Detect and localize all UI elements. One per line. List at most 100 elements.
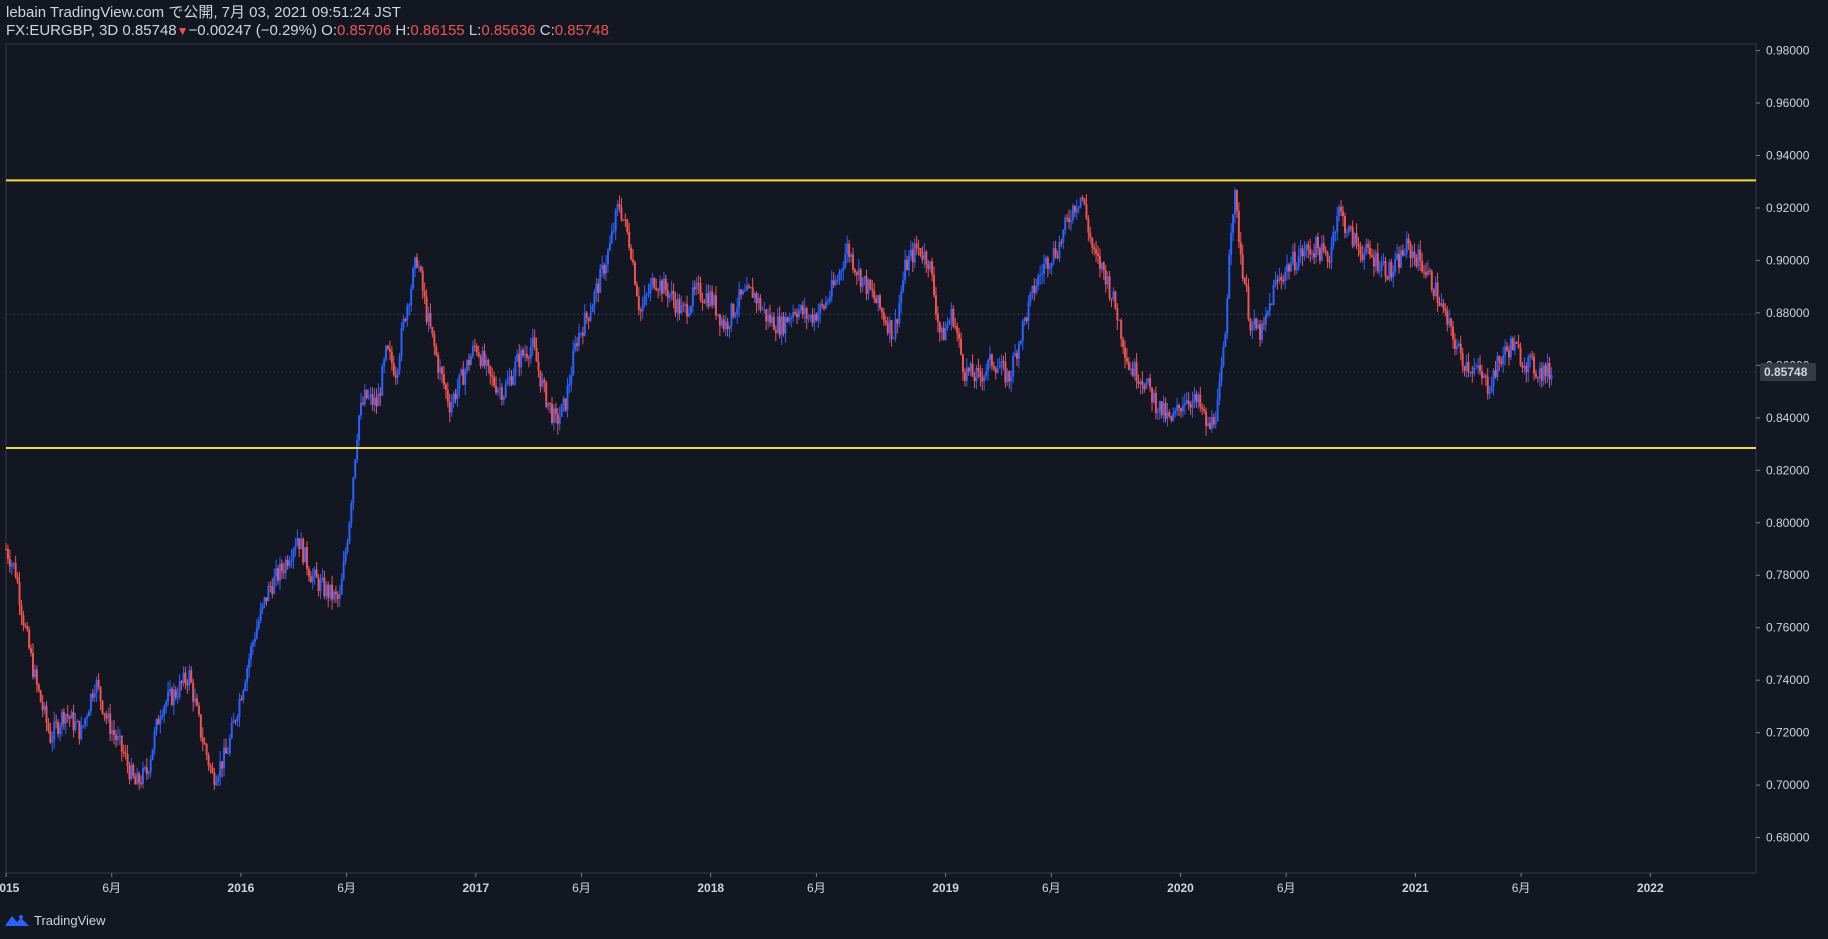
candle-body bbox=[288, 561, 291, 566]
candle-body bbox=[1428, 270, 1431, 272]
candle-body bbox=[1523, 365, 1526, 368]
candle-body bbox=[141, 767, 144, 785]
candle-body bbox=[1295, 267, 1298, 271]
plot-border bbox=[5, 43, 1757, 874]
time-axis[interactable]: 2015 6月 2016 6月 2017 6月 2018 6月 2019 6月 2020 6月 2021… bbox=[0, 873, 1664, 895]
candle-body bbox=[776, 316, 779, 333]
candle-body bbox=[1206, 422, 1209, 426]
candle-body bbox=[1006, 371, 1009, 383]
candle-body bbox=[76, 720, 79, 722]
candle-body bbox=[516, 353, 519, 362]
candle-body bbox=[861, 277, 864, 287]
candle-body bbox=[981, 377, 984, 382]
candle-body bbox=[1112, 291, 1115, 300]
candle-body bbox=[1253, 318, 1256, 325]
candle-body bbox=[763, 309, 766, 311]
candle-body bbox=[761, 309, 764, 311]
candle-body bbox=[199, 714, 202, 738]
candle-body bbox=[1494, 370, 1497, 378]
candle-body bbox=[624, 219, 627, 221]
candle-body bbox=[309, 576, 312, 583]
candle-body bbox=[435, 346, 438, 356]
candle-body bbox=[1143, 385, 1146, 389]
candle-body bbox=[1031, 285, 1034, 293]
candle-body bbox=[35, 669, 38, 685]
candle-body bbox=[280, 563, 283, 572]
reference-line-layer bbox=[6, 313, 1756, 373]
candle-body bbox=[875, 298, 878, 304]
price-axis[interactable]: 0.68000 0.70000 0.72000 0.74000 0.76000 0.780… bbox=[1756, 44, 1810, 845]
price-chart[interactable]: 0.68000 0.70000 0.72000 0.74000 0.76000 0.780… bbox=[0, 0, 1828, 939]
candle-body bbox=[753, 293, 756, 298]
candle-body bbox=[296, 538, 299, 546]
candle-body bbox=[1289, 263, 1292, 272]
candle-body bbox=[1073, 205, 1076, 213]
candle-body bbox=[431, 327, 434, 334]
candle-body bbox=[796, 313, 799, 318]
candle-body bbox=[1089, 232, 1092, 239]
candle-body bbox=[1232, 214, 1235, 233]
candle-body bbox=[1021, 321, 1024, 341]
candle-body bbox=[167, 691, 170, 702]
candle-body bbox=[1035, 285, 1038, 293]
candle-body bbox=[686, 303, 689, 317]
candle-body bbox=[385, 345, 388, 360]
candle-body bbox=[298, 538, 301, 550]
candle-body bbox=[655, 287, 658, 290]
candle-body bbox=[709, 291, 712, 307]
candle-body bbox=[608, 242, 611, 251]
candle-body bbox=[954, 326, 957, 328]
price-tick-label: 0.70000 bbox=[1766, 778, 1810, 792]
candle-body bbox=[601, 265, 604, 269]
footer[interactable]: TradingView bbox=[4, 910, 106, 930]
candle-body bbox=[863, 276, 866, 278]
candle-body bbox=[315, 569, 318, 578]
candle-body bbox=[749, 287, 752, 289]
candle-body bbox=[172, 689, 175, 705]
candle-body bbox=[388, 348, 391, 352]
candle-body bbox=[304, 547, 307, 563]
candle-body bbox=[1205, 411, 1208, 426]
candle-body bbox=[234, 720, 237, 722]
candle-body bbox=[1407, 238, 1410, 244]
candle-body bbox=[784, 317, 787, 334]
candle-body bbox=[271, 586, 274, 594]
candle-body bbox=[1116, 308, 1119, 321]
candle-body bbox=[662, 278, 665, 294]
candle-body bbox=[421, 270, 424, 291]
candle-body bbox=[568, 383, 571, 386]
candle-body bbox=[1401, 250, 1404, 256]
candle-body bbox=[375, 397, 378, 407]
candle-body bbox=[215, 781, 218, 785]
candle-body bbox=[1293, 251, 1296, 271]
candle-body bbox=[732, 303, 735, 317]
candle-body bbox=[439, 367, 442, 373]
candles-layer[interactable] bbox=[5, 187, 1553, 790]
candle-body bbox=[809, 314, 812, 318]
candle-body bbox=[1168, 412, 1171, 416]
candle-body bbox=[587, 317, 590, 321]
candle-body bbox=[1345, 232, 1348, 234]
candle-body bbox=[1004, 362, 1007, 383]
candle-body bbox=[313, 569, 316, 576]
candle-body bbox=[1083, 198, 1086, 205]
candle-body bbox=[933, 274, 936, 296]
candle-body bbox=[769, 314, 772, 323]
candle-body bbox=[504, 384, 507, 397]
candle-body bbox=[356, 439, 359, 460]
horizontal-levels-layer[interactable] bbox=[6, 179, 1756, 450]
candle-body bbox=[1550, 374, 1553, 380]
candle-body bbox=[525, 353, 528, 358]
candle-body bbox=[1131, 368, 1134, 376]
candle-body bbox=[707, 293, 710, 307]
candle-body bbox=[1533, 356, 1536, 374]
candle-body bbox=[514, 361, 517, 376]
candle-body bbox=[1369, 247, 1372, 256]
candle-body bbox=[1156, 411, 1159, 414]
candle-body bbox=[1417, 249, 1420, 267]
candle-body bbox=[1315, 237, 1318, 258]
candle-body bbox=[33, 669, 36, 677]
candle-body bbox=[238, 698, 241, 718]
candle-body bbox=[184, 672, 187, 684]
candle-body bbox=[136, 773, 139, 785]
